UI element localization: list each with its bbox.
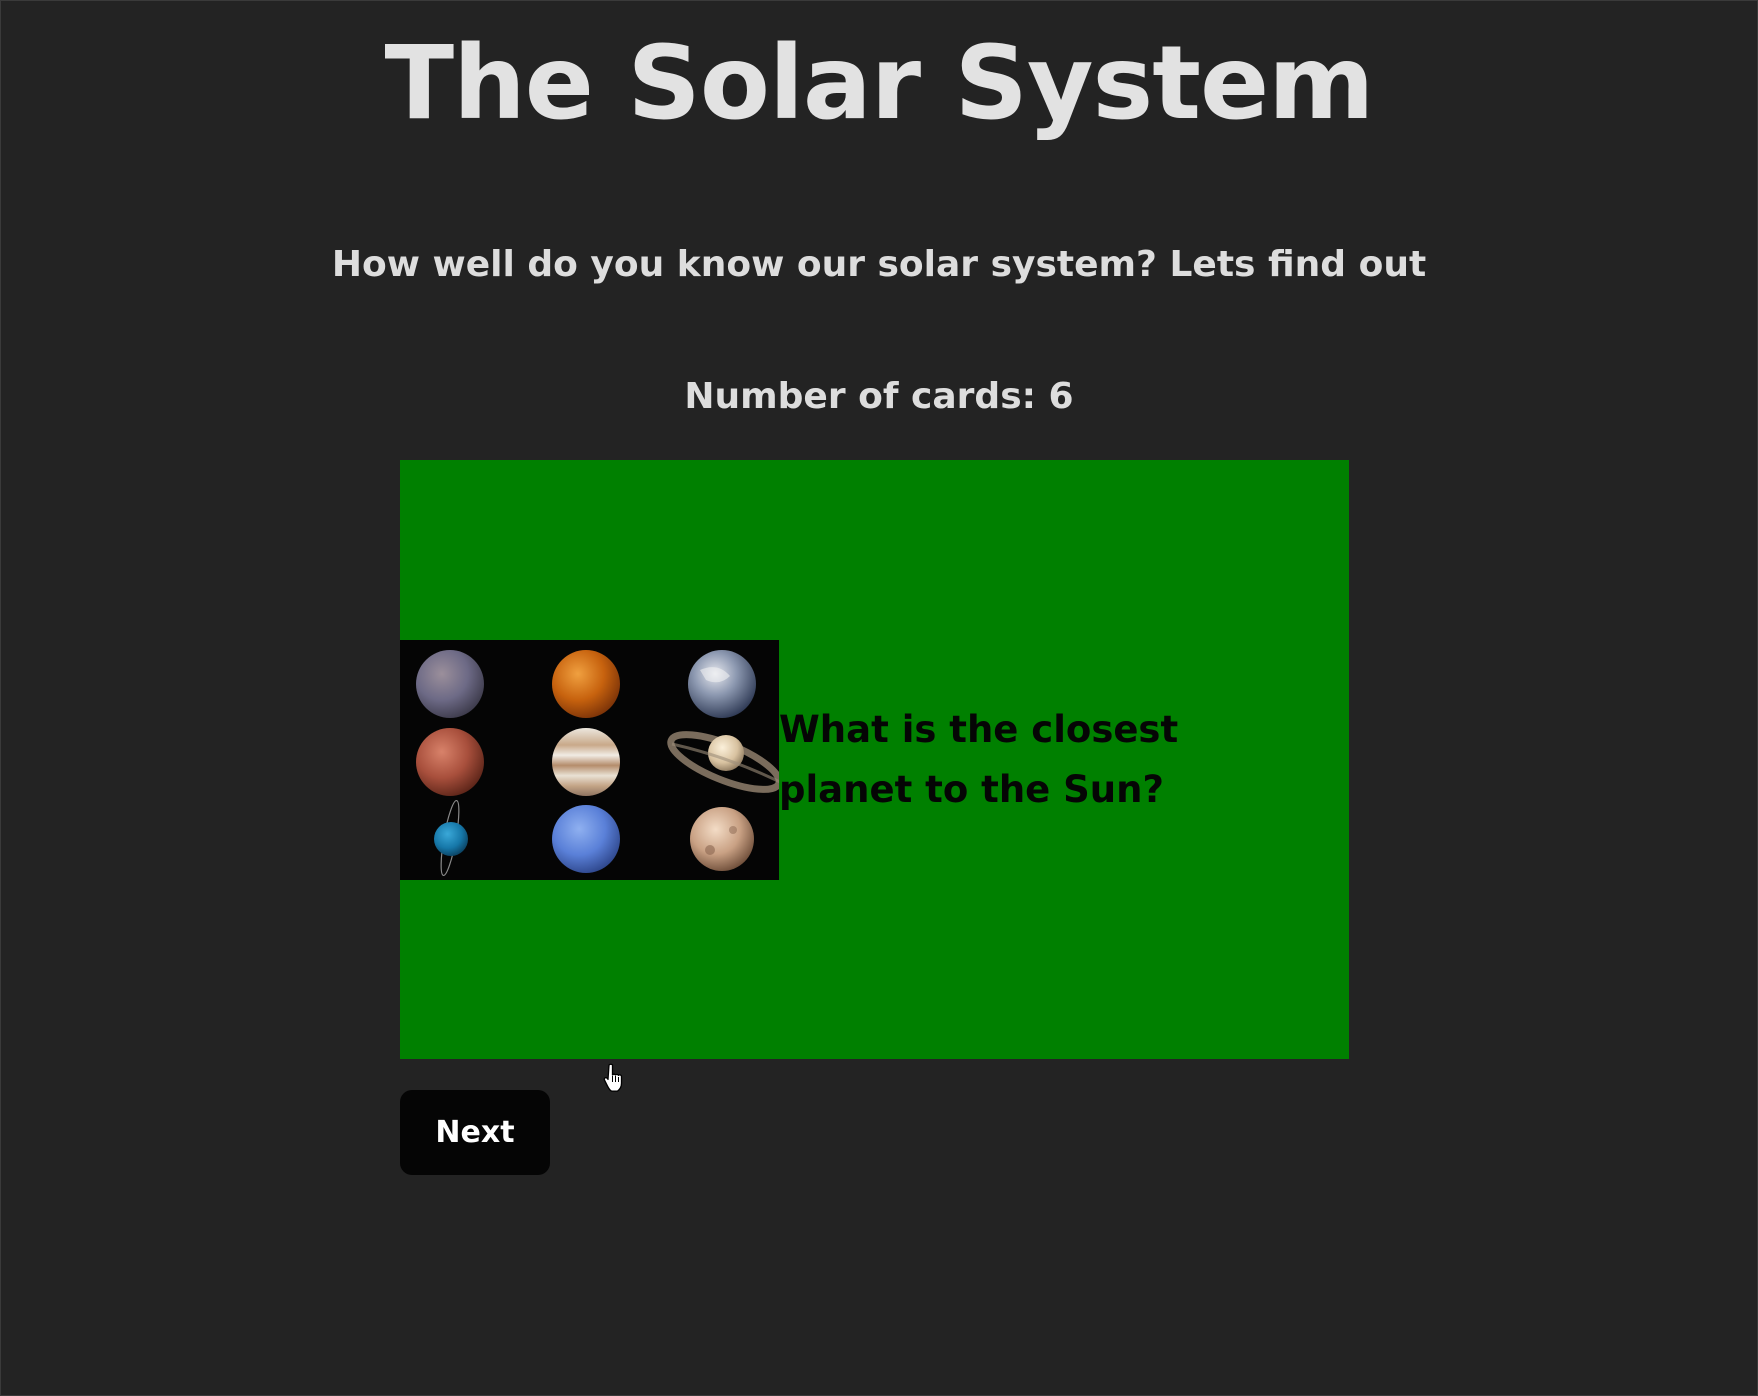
venus-planet: [552, 649, 620, 718]
planets-grid-image: [400, 639, 779, 880]
card-count-label: Number of cards: 6: [684, 376, 1074, 417]
hand-pointer-icon: [603, 1063, 623, 1092]
pluto-planet: [690, 806, 754, 871]
mercury-planet: [416, 649, 484, 718]
page-title: The Solar System: [384, 24, 1375, 143]
next-button[interactable]: Next: [400, 1090, 550, 1175]
jupiter-planet: [552, 727, 620, 796]
page-subtitle: How well do you know our solar system? L…: [331, 244, 1427, 285]
earth-planet: [688, 649, 756, 718]
mars-planet: [416, 727, 484, 796]
neptune-planet: [552, 804, 620, 873]
card-question: What is the closest planet to the Sun?: [779, 707, 1179, 811]
flashcard[interactable]: What is the closest planet to the Sun?: [400, 460, 1349, 1059]
page: The Solar System How well do you know ou…: [0, 0, 1758, 1396]
